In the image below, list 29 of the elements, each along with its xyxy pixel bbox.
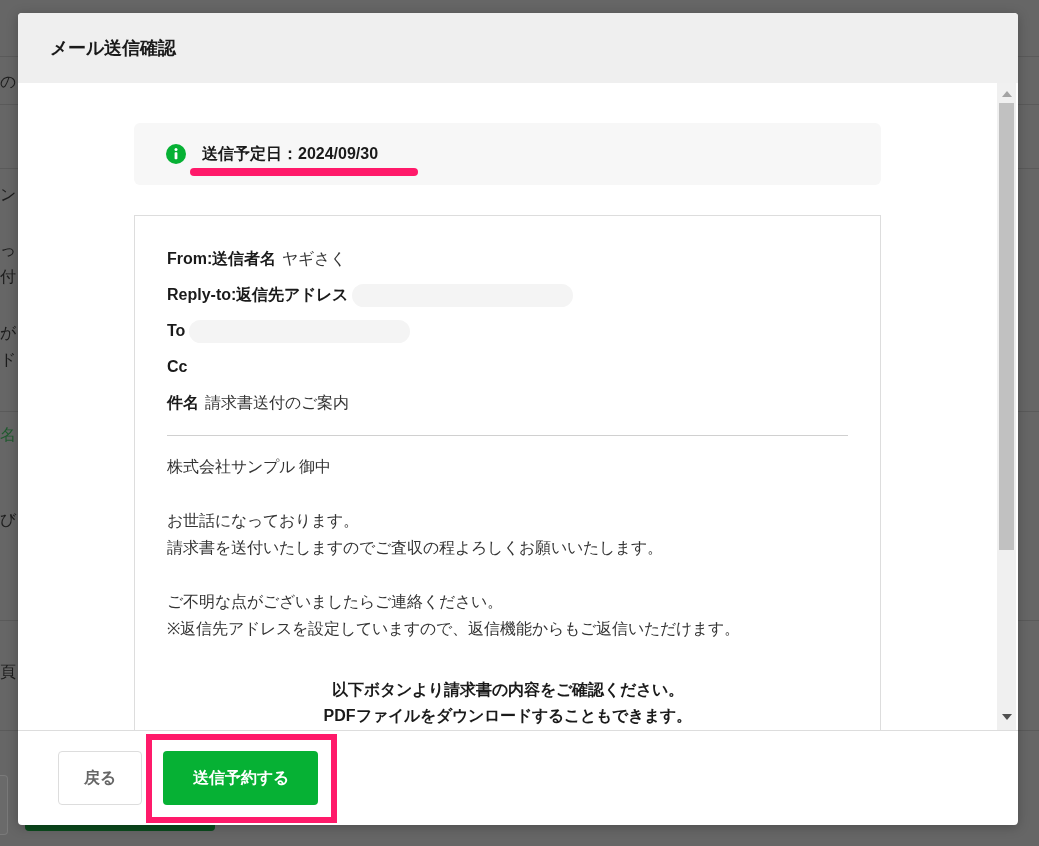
field-label: 件名 — [167, 393, 199, 413]
scrollbar-thumb[interactable] — [999, 103, 1014, 550]
partial-button[interactable] — [25, 825, 215, 831]
field-label: To — [167, 321, 186, 341]
notice-paragraph: 以下ボタンより請求書の内容をご確認ください。 PDFファイルをダウンロードすることもできます。 — [322, 680, 693, 726]
background-text: ド — [0, 350, 16, 370]
background-text: ン — [0, 185, 16, 205]
scrollbar[interactable] — [997, 83, 1016, 730]
dialog-title: メール送信確認 — [50, 36, 176, 60]
field-label: Cc — [167, 357, 188, 377]
down-triangle-icon[interactable] — [1001, 714, 1012, 720]
info-icon — [166, 144, 186, 164]
body-paragraph: ご不明な点がございましたらご連絡ください。 ※返信先アドレスを設定していますので、返信機能からもご返信いただけます。 — [167, 592, 741, 639]
background-text: っ — [0, 240, 16, 260]
background-text: 付 — [0, 267, 16, 287]
background-text: び — [0, 510, 16, 530]
field-value: ヤギさく — [282, 249, 347, 269]
field-label: From:送信者名 — [167, 249, 277, 269]
field-value: 請求書送付のご案内 — [205, 393, 349, 413]
background-text: 頁 — [0, 662, 16, 682]
body-paragraph: 株式会社サンプル 御中 — [167, 457, 333, 477]
field-label: Reply-to:返信先アドレス — [167, 285, 349, 305]
body-paragraph: お世話になっております。 請求書を送付いたしますのでご査収の程よろしくお願いいたします。 — [167, 511, 664, 558]
back-button[interactable]: 戻る — [58, 751, 142, 805]
background-text: の — [0, 72, 16, 92]
background-text: が — [0, 323, 16, 343]
background-text: 名 — [0, 425, 16, 445]
schedule-date: 送信予定日：2024/09/30 — [202, 144, 379, 164]
up-triangle-icon[interactable] — [1001, 91, 1012, 97]
